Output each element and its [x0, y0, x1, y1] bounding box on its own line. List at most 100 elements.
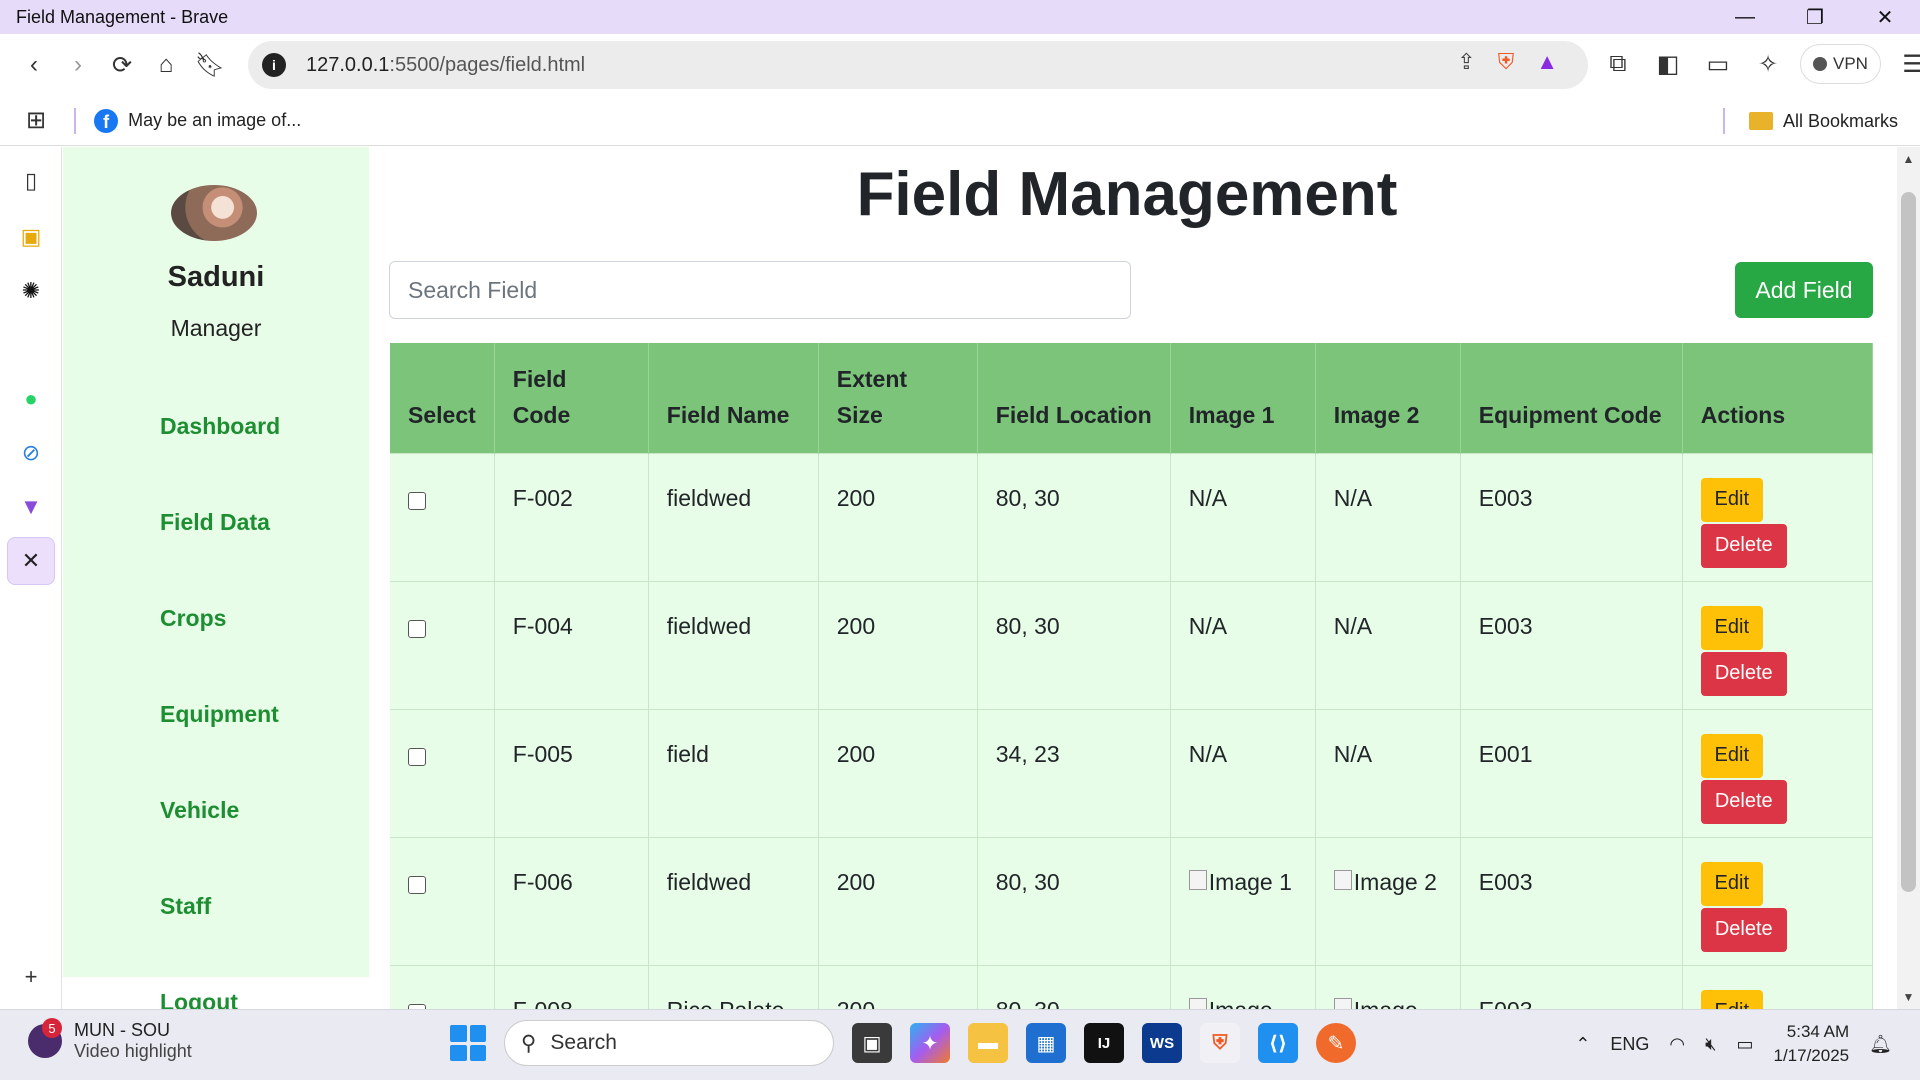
vpn-button[interactable]: VPN [1800, 44, 1881, 84]
delete-button[interactable]: Delete [1700, 523, 1787, 568]
site-info-icon[interactable]: i [262, 53, 286, 77]
edit-button[interactable]: Edit [1700, 861, 1763, 906]
actions-cell: Edit Delete [1682, 581, 1874, 709]
language-indicator[interactable]: ENG [1610, 1034, 1649, 1055]
close-icon[interactable]: ✕ [1850, 0, 1920, 34]
close-panel-icon[interactable]: ✕ [7, 537, 55, 585]
row-checkbox[interactable] [408, 491, 426, 510]
all-bookmarks[interactable]: All Bookmarks [1722, 108, 1898, 134]
broken-image-icon [1188, 869, 1207, 890]
nav-vehicle[interactable]: Vehicle [160, 797, 239, 824]
vscode-icon[interactable]: ⟨⟩ [1258, 1023, 1298, 1063]
row-checkbox[interactable] [408, 747, 426, 766]
row-checkbox[interactable] [408, 875, 426, 894]
wallet-icon[interactable]: ▭ [1700, 42, 1736, 86]
equipment-code-cell: E003 [1460, 453, 1683, 581]
field-location-cell: 80, 30 [977, 837, 1171, 965]
scroll-thumb[interactable] [1901, 192, 1916, 892]
taskbar-search[interactable]: ⚲ Search [504, 1020, 834, 1066]
edit-button[interactable]: Edit [1700, 733, 1763, 778]
apps-grid-icon[interactable]: ⊞ [26, 106, 46, 135]
brave-rewards-icon[interactable]: ▲ [1536, 49, 1558, 75]
nav-dashboard[interactable]: Dashboard [160, 413, 280, 440]
field-location-cell: 34, 23 [977, 709, 1171, 837]
user-role: Manager [170, 315, 262, 341]
notification-bell-icon[interactable]: 🔔︎ [1869, 1034, 1892, 1055]
nav-staff[interactable]: Staff [160, 893, 211, 920]
vite-icon[interactable]: ▼ [11, 487, 51, 527]
search-input[interactable] [389, 261, 1131, 319]
col-actions: Actions [1682, 343, 1874, 453]
extensions-icon[interactable]: ⧉ [1600, 42, 1636, 86]
premier-league-icon: 5 [28, 1018, 62, 1058]
contacts-icon[interactable]: ▣ [11, 217, 51, 257]
store-icon[interactable]: ▦ [1026, 1023, 1066, 1063]
back-icon[interactable]: ‹ [12, 43, 56, 87]
edit-button[interactable]: Edit [1700, 989, 1763, 1009]
nav-logout[interactable]: Logout [160, 989, 238, 1009]
scroll-up-icon[interactable]: ▲ [1897, 149, 1920, 169]
clock[interactable]: 5:34 AM 1/17/2025 [1774, 1020, 1850, 1068]
nav-crops[interactable]: Crops [160, 605, 226, 632]
intellij-icon[interactable]: IJ [1084, 1023, 1124, 1063]
equipment-code-cell: E001 [1460, 709, 1683, 837]
image2-cell: N/A [1315, 709, 1461, 837]
battery-icon[interactable]: ▭ [1736, 1034, 1753, 1055]
brave-shields-icon[interactable]: ⛨ [1498, 49, 1515, 75]
system-tray: ⌃ ENG ◠ 🔇︎ ▭ 5:34 AM 1/17/2025 🔔︎ [1575, 1020, 1892, 1068]
chatgpt-icon[interactable]: ✺ [11, 271, 51, 311]
add-panel-icon[interactable]: + [11, 957, 51, 997]
edit-button[interactable]: Edit [1700, 605, 1763, 650]
scroll-down-icon[interactable]: ▼ [1897, 987, 1920, 1007]
address-bar[interactable]: i 127.0.0.1:5500/pages/field.html ⇪ ⛨ ▲ [248, 41, 1588, 89]
taskbar-search-label: Search [550, 1031, 617, 1054]
bookmark-item[interactable]: f May be an image of... [94, 108, 301, 133]
row-checkbox[interactable] [408, 619, 426, 638]
nav-equipment[interactable]: Equipment [160, 701, 279, 728]
image2-alt: Image 2 [1353, 868, 1437, 895]
webstorm-icon[interactable]: WS [1142, 1023, 1182, 1063]
file-explorer-icon[interactable]: ▬ [968, 1023, 1008, 1063]
vpn-label: VPN [1833, 54, 1868, 73]
brave-taskbar-icon[interactable]: ⛨ [1200, 1023, 1240, 1063]
leo-ai-icon[interactable]: ✧ [1750, 42, 1786, 86]
broken-image-2: Image 2 [1333, 864, 1437, 900]
field-code-cell: F-006 [494, 837, 649, 965]
extent-size-cell: 200 [818, 581, 978, 709]
edit-button[interactable]: Edit [1700, 477, 1763, 522]
windows-start-icon[interactable] [450, 1025, 486, 1061]
forward-icon[interactable]: › [56, 43, 100, 87]
nav-field-data[interactable]: Field Data [160, 509, 270, 536]
notification-count: 5 [42, 1018, 62, 1038]
image1-cell: N/A [1170, 453, 1316, 581]
image1-cell: Image 1 [1170, 837, 1316, 965]
add-field-button[interactable]: Add Field [1735, 262, 1873, 318]
col-field-code: Field Code [494, 343, 649, 453]
whatsapp-icon[interactable]: ● [11, 379, 51, 419]
restore-icon[interactable]: ❐ [1780, 0, 1850, 34]
share-icon[interactable]: ⇪ [1457, 49, 1475, 75]
broken-image-icon [1333, 869, 1352, 890]
link-icon[interactable]: ⊘ [11, 433, 51, 473]
sidebar-toggle-icon[interactable]: ◧ [1650, 42, 1686, 86]
minimize-icon[interactable]: — [1710, 0, 1780, 34]
task-view-icon[interactable]: ▣ [852, 1023, 892, 1063]
broken-image-icon [1188, 997, 1207, 1009]
copilot-icon[interactable]: ✦ [910, 1023, 950, 1063]
bookmark-icon[interactable]: 🔖︎ [188, 43, 232, 87]
delete-button[interactable]: Delete [1700, 779, 1787, 824]
delete-button[interactable]: Delete [1700, 907, 1787, 952]
news-widget[interactable]: 5 MUN - SOU Video highlight [28, 1018, 192, 1062]
vpn-status-icon [1813, 57, 1827, 71]
chevron-up-icon[interactable]: ⌃ [1575, 1034, 1590, 1055]
volume-muted-icon[interactable]: 🔇︎ [1705, 1034, 1716, 1055]
delete-button[interactable]: Delete [1700, 651, 1787, 696]
postman-icon[interactable]: ✎ [1316, 1023, 1356, 1063]
home-icon[interactable]: ⌂ [144, 43, 188, 87]
page-scrollbar[interactable]: ▲ ▼ [1897, 147, 1920, 1009]
menu-icon[interactable]: ☰ [1895, 42, 1920, 86]
reading-list-icon[interactable]: ▯ [11, 161, 51, 201]
reload-icon[interactable]: ⟳ [100, 43, 144, 87]
wifi-icon[interactable]: ◠ [1669, 1034, 1685, 1055]
address-url[interactable]: 127.0.0.1:5500/pages/field.html [306, 54, 585, 77]
